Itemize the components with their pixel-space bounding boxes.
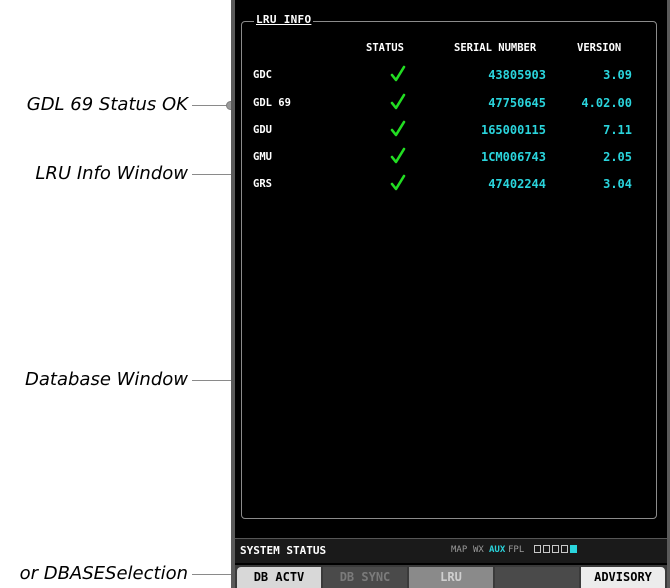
check-icon — [390, 93, 406, 110]
callout-leader-line — [192, 574, 236, 575]
lru-version: 4.02.00 — [581, 96, 632, 110]
page-indicator-box-active — [570, 545, 577, 553]
page-indicator-box — [552, 545, 559, 553]
lru-row-grs: GRS 47402244 3.04 — [0, 174, 670, 195]
page-indicator-box — [534, 545, 541, 553]
lru-name: GMU — [253, 151, 272, 163]
lru-version: 7.11 — [603, 123, 632, 137]
lru-row-gmu: GMU 1CM006743 2.05 — [0, 147, 670, 168]
lru-name: GDL 69 — [253, 97, 291, 109]
page-group-wx: WX — [473, 545, 484, 555]
lru-row-gdu: GDU 165000115 7.11 — [0, 120, 670, 141]
column-header-status: STATUS — [366, 42, 404, 54]
softkey-blank[interactable] — [495, 567, 579, 588]
check-icon — [390, 174, 406, 191]
lru-serial-number: 47402244 — [488, 177, 546, 191]
lru-name: GDC — [253, 69, 272, 81]
lru-serial-number: 47750645 — [488, 96, 546, 110]
check-icon — [390, 120, 406, 137]
lru-name: GDU — [253, 124, 272, 136]
check-icon — [390, 65, 406, 82]
lru-name: GRS — [253, 178, 272, 190]
page-indicator-box — [543, 545, 550, 553]
page-group-aux: AUX — [489, 545, 506, 555]
column-header-version: VERSION — [577, 42, 622, 54]
softkey-advisory[interactable]: ADVISORY — [581, 567, 665, 588]
page-indicator-box — [561, 545, 568, 553]
column-header-serial-number: SERIAL NUMBER — [454, 42, 537, 54]
softkey-db-actv[interactable]: DB ACTV — [237, 567, 321, 588]
lru-version: 3.09 — [603, 68, 632, 82]
lru-serial-number: 43805903 — [488, 68, 546, 82]
lru-serial-number: 165000115 — [480, 123, 546, 137]
callout-db-selection: or DBASESelection — [19, 563, 188, 584]
check-icon — [390, 147, 406, 164]
page-group-fpl: FPL — [508, 545, 525, 555]
softkey-lru[interactable]: LRU — [409, 567, 493, 588]
lru-row-gdl69: GDL 69 47750645 4.02.00 — [0, 93, 670, 114]
lru-info-title: LRU INFO — [254, 13, 314, 26]
lru-serial-number: 1CM006743 — [480, 150, 546, 164]
lru-version: 3.04 — [603, 177, 632, 191]
softkey-db-sync[interactable]: DB SYNC — [323, 567, 407, 588]
page-indicator — [534, 545, 577, 553]
lru-row-gdc: GDC 43805903 3.09 — [0, 65, 670, 86]
callout-database-window: Database Window — [25, 369, 188, 390]
page-group-map: MAP — [451, 545, 468, 555]
lru-version: 2.05 — [603, 150, 632, 164]
page-title: SYSTEM STATUS — [240, 544, 327, 557]
